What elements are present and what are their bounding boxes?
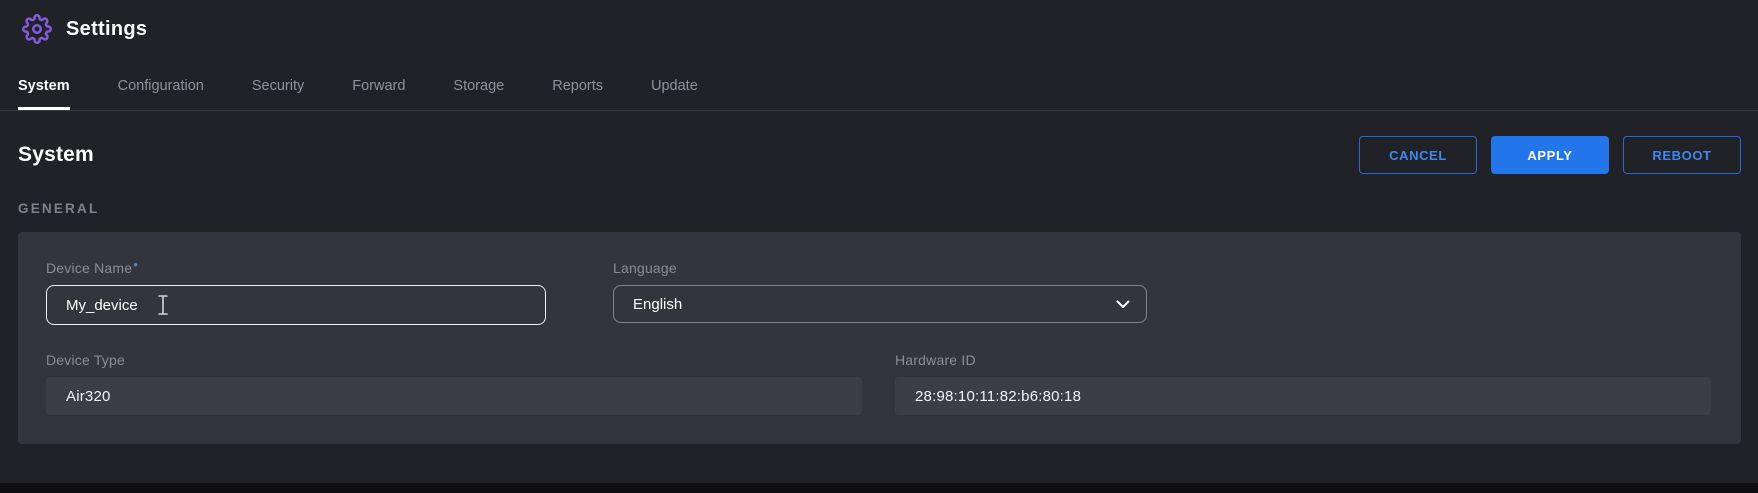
- gear-icon: [22, 14, 52, 44]
- device-type-field-group: Device Type Air320: [46, 352, 862, 415]
- language-selected-value: English: [633, 296, 682, 313]
- app-header: Settings: [0, 0, 1758, 48]
- form-row-2: Device Type Air320 Hardware ID 28:98:10:…: [46, 352, 1711, 415]
- tab-bar: System Configuration Security Forward St…: [0, 78, 1758, 111]
- tab-forward[interactable]: Forward: [352, 78, 405, 110]
- required-indicator: •: [133, 257, 138, 272]
- device-name-field-group: Device Name•: [46, 260, 546, 325]
- apply-button[interactable]: APPLY: [1491, 136, 1609, 174]
- language-select[interactable]: English: [613, 285, 1147, 323]
- language-label: Language: [613, 260, 1147, 276]
- device-name-input-wrap: [46, 285, 546, 325]
- section-header-row: System CANCEL APPLY REBOOT: [18, 136, 1741, 174]
- device-name-label-text: Device Name: [46, 260, 132, 276]
- page-title: Settings: [66, 18, 147, 41]
- reboot-button[interactable]: REBOOT: [1623, 136, 1741, 174]
- hardware-id-label: Hardware ID: [895, 352, 1711, 368]
- section-title: System: [18, 143, 94, 167]
- tab-storage[interactable]: Storage: [453, 78, 504, 110]
- device-type-value: Air320: [46, 377, 862, 415]
- tab-update[interactable]: Update: [651, 78, 698, 110]
- general-settings-card: Device Name• Language English Device Typ…: [18, 232, 1741, 444]
- tab-system[interactable]: System: [18, 78, 70, 110]
- chevron-down-icon: [1116, 300, 1130, 309]
- hardware-id-field-group: Hardware ID 28:98:10:11:82:b6:80:18: [895, 352, 1711, 415]
- language-field-group: Language English: [613, 260, 1147, 325]
- device-type-label: Device Type: [46, 352, 862, 368]
- bottom-edge-strip: [0, 483, 1758, 493]
- tab-security[interactable]: Security: [252, 78, 304, 110]
- tab-configuration[interactable]: Configuration: [118, 78, 204, 110]
- device-name-input[interactable]: [46, 285, 546, 325]
- device-name-label: Device Name•: [46, 260, 546, 276]
- group-label-general: GENERAL: [18, 201, 1758, 216]
- action-buttons: CANCEL APPLY REBOOT: [1359, 136, 1741, 174]
- tab-reports[interactable]: Reports: [552, 78, 603, 110]
- hardware-id-value: 28:98:10:11:82:b6:80:18: [895, 377, 1711, 415]
- cancel-button[interactable]: CANCEL: [1359, 136, 1477, 174]
- form-row-1: Device Name• Language English: [46, 260, 1711, 325]
